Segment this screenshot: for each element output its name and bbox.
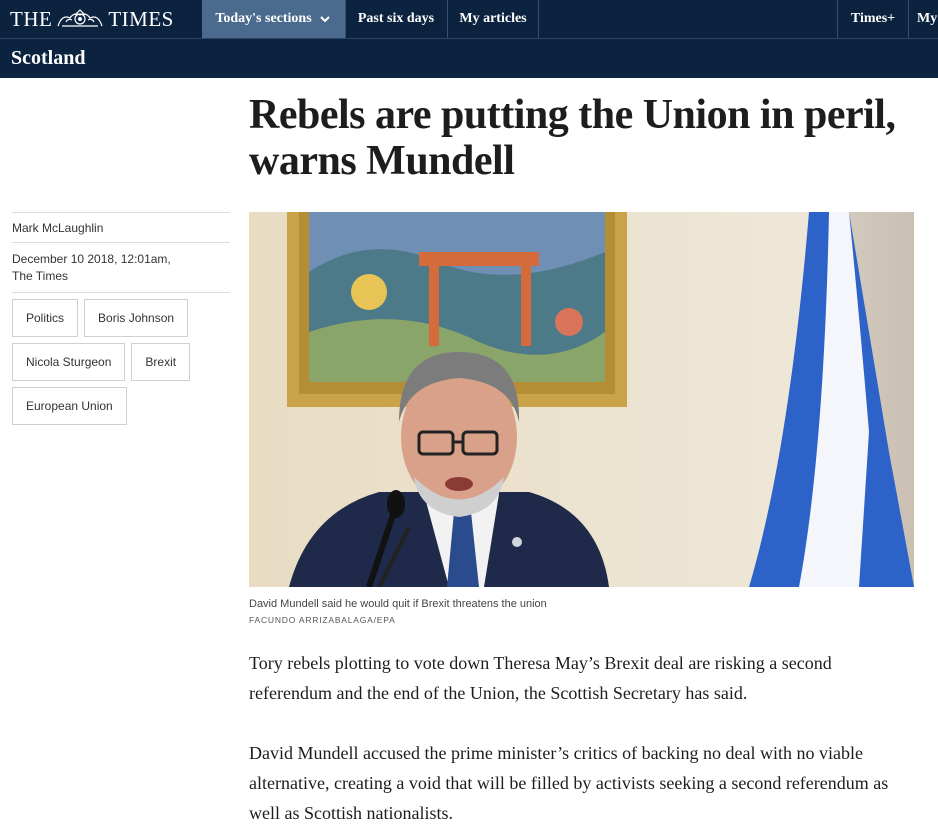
logo-text-times: TIMES: [108, 6, 174, 31]
topic-tags: Politics Boris Johnson Nicola Sturgeon B…: [12, 293, 230, 425]
publish-date: December 10 2018, 12:01am,: [12, 252, 171, 266]
article-headline: Rebels are putting the Union in peril, w…: [249, 92, 896, 184]
photo-illustration: [249, 212, 914, 587]
section-title[interactable]: Scotland: [11, 47, 85, 70]
article-paragraph: David Mundell accused the prime minister…: [249, 743, 889, 823]
nav-label: Today's sections: [215, 11, 312, 26]
photo-caption: David Mundell said he would quit if Brex…: [249, 598, 547, 610]
article-photo: [249, 212, 914, 587]
top-navigation-bar: THE TIMES Today's sections Past six days…: [0, 0, 938, 38]
times-logo[interactable]: THE TIMES: [10, 7, 174, 31]
author-byline[interactable]: Mark McLaughlin: [12, 213, 230, 242]
chevron-down-icon: [319, 16, 330, 23]
nav-label: My articles: [459, 11, 527, 26]
article-meta: Mark McLaughlin December 10 2018, 12:01a…: [12, 212, 230, 425]
publication-name: The Times: [12, 269, 69, 283]
photo-credit: FACUNDO ARRIZABALAGA/EPA: [249, 615, 396, 625]
article-paragraph: Tory rebels plotting to vote down Theres…: [249, 653, 832, 703]
tag-politics[interactable]: Politics: [12, 299, 79, 337]
nav-times-plus[interactable]: Times+: [838, 0, 908, 38]
section-bar: Scotland: [0, 38, 938, 78]
nav-past-six-days[interactable]: Past six days: [346, 0, 446, 38]
logo-text-the: THE: [10, 6, 53, 31]
nav-label: My: [917, 11, 938, 26]
royal-crest-icon: [57, 9, 103, 27]
nav-label: Times+: [850, 11, 896, 26]
nav-divider: [538, 0, 539, 38]
nav-todays-sections[interactable]: Today's sections: [202, 0, 345, 38]
tag-european-union[interactable]: European Union: [12, 387, 127, 425]
tag-boris-johnson[interactable]: Boris Johnson: [84, 299, 189, 337]
tag-nicola-sturgeon[interactable]: Nicola Sturgeon: [12, 343, 126, 381]
tag-brexit[interactable]: Brexit: [131, 343, 191, 381]
nav-my-account[interactable]: My: [909, 0, 938, 38]
nav-my-articles[interactable]: My articles: [448, 0, 538, 38]
nav-label: Past six days: [357, 11, 435, 26]
dateline: December 10 2018, 12:01am, The Times: [12, 243, 230, 292]
